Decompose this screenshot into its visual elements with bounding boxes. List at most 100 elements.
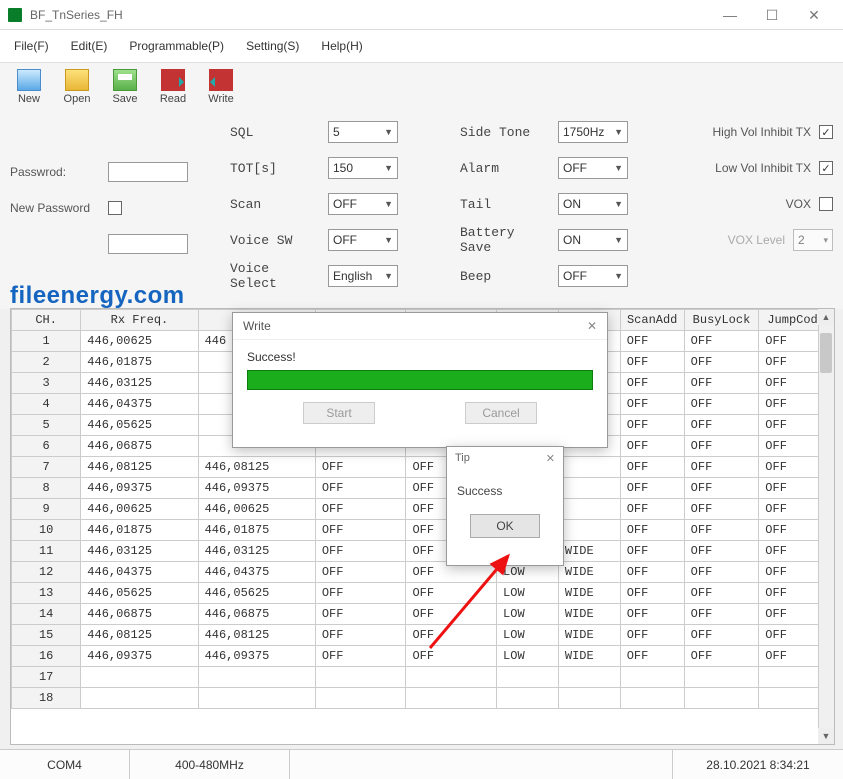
menu-help[interactable]: Help(H) (311, 36, 372, 56)
cell-ch[interactable]: 2 (12, 352, 81, 373)
cell-rxctc[interactable]: OFF (315, 478, 406, 499)
cell-rx[interactable]: 446,00625 (81, 499, 198, 520)
table-row[interactable]: 12446,04375446,04375OFFOFFLOWWIDEOFFOFFO… (12, 562, 834, 583)
col-busylock[interactable]: BusyLock (684, 310, 759, 331)
cell-scanadd[interactable]: OFF (620, 541, 684, 562)
cell-rx[interactable]: 446,00625 (81, 331, 198, 352)
cell-rxctc[interactable]: OFF (315, 583, 406, 604)
cell-ch[interactable]: 11 (12, 541, 81, 562)
cell-busylock[interactable]: OFF (684, 478, 759, 499)
table-row[interactable]: 8446,09375446,09375OFFOFFOFFOFFOFF (12, 478, 834, 499)
cell-rx[interactable]: 446,09375 (81, 478, 198, 499)
new-password-checkbox[interactable] (108, 201, 122, 215)
cell-rxctc[interactable]: OFF (315, 520, 406, 541)
cell-scanadd[interactable]: OFF (620, 646, 684, 667)
cell-rxctc[interactable]: OFF (315, 646, 406, 667)
toolbar-new[interactable]: New (8, 69, 50, 105)
new-password-input[interactable] (108, 234, 188, 254)
scan-select[interactable]: OFF▼ (328, 193, 398, 215)
cell-rx[interactable]: 446,06875 (81, 604, 198, 625)
toolbar-open[interactable]: Open (56, 69, 98, 105)
cell-rx[interactable]: 446,05625 (81, 415, 198, 436)
cell-ch[interactable]: 14 (12, 604, 81, 625)
cell-tx[interactable]: 446,08125 (198, 625, 315, 646)
col-ch[interactable]: CH. (12, 310, 81, 331)
col-rxfreq[interactable]: Rx Freq. (81, 310, 198, 331)
cell-busylock[interactable]: OFF (684, 520, 759, 541)
cell-ch[interactable]: 1 (12, 331, 81, 352)
close-button[interactable]: ✕ (793, 1, 835, 29)
cell-bw[interactable] (558, 667, 620, 688)
table-row[interactable]: 7446,08125446,08125OFFOFFOFFOFFOFF (12, 457, 834, 478)
cell-pwr[interactable]: LOW (497, 604, 559, 625)
cell-txctc[interactable]: OFF (406, 625, 497, 646)
cell-ch[interactable]: 7 (12, 457, 81, 478)
cell-scanadd[interactable]: OFF (620, 520, 684, 541)
cell-busylock[interactable]: OFF (684, 373, 759, 394)
batsave-select[interactable]: ON▼ (558, 229, 628, 251)
cell-rxctc[interactable]: OFF (315, 625, 406, 646)
cell-txctc[interactable]: OFF (406, 646, 497, 667)
cell-tx[interactable]: 446,05625 (198, 583, 315, 604)
password-input[interactable] (108, 162, 188, 182)
table-row[interactable]: 15446,08125446,08125OFFOFFLOWWIDEOFFOFFO… (12, 625, 834, 646)
table-row[interactable]: 13446,05625446,05625OFFOFFLOWWIDEOFFOFFO… (12, 583, 834, 604)
scroll-up-icon[interactable]: ▲ (818, 309, 834, 325)
cell-scanadd[interactable]: OFF (620, 415, 684, 436)
cell-scanadd[interactable]: OFF (620, 625, 684, 646)
sql-select[interactable]: 5▼ (328, 121, 398, 143)
cell-busylock[interactable]: OFF (684, 331, 759, 352)
cell-tx[interactable]: 446,08125 (198, 457, 315, 478)
table-row[interactable]: 9446,00625446,00625OFFOFFOFFOFFOFF (12, 499, 834, 520)
cell-rx[interactable]: 446,04375 (81, 394, 198, 415)
cell-pwr[interactable] (497, 667, 559, 688)
table-row[interactable]: 14446,06875446,06875OFFOFFLOWWIDEOFFOFFO… (12, 604, 834, 625)
cell-rx[interactable]: 446,05625 (81, 583, 198, 604)
cell-busylock[interactable]: OFF (684, 646, 759, 667)
cell-ch[interactable]: 13 (12, 583, 81, 604)
toolbar-read[interactable]: Read (152, 69, 194, 105)
voicesw-select[interactable]: OFF▼ (328, 229, 398, 251)
cell-scanadd[interactable]: OFF (620, 436, 684, 457)
cell-busylock[interactable]: OFF (684, 562, 759, 583)
maximize-button[interactable]: ☐ (751, 1, 793, 29)
table-row[interactable]: 17 (12, 667, 834, 688)
tot-select[interactable]: 150▼ (328, 157, 398, 179)
cell-scanadd[interactable]: OFF (620, 457, 684, 478)
cell-tx[interactable] (198, 688, 315, 709)
cell-rx[interactable]: 446,03125 (81, 541, 198, 562)
cell-rx[interactable] (81, 667, 198, 688)
cell-scanadd[interactable]: OFF (620, 331, 684, 352)
cell-ch[interactable]: 10 (12, 520, 81, 541)
cell-tx[interactable]: 446,09375 (198, 646, 315, 667)
hivol-checkbox[interactable] (819, 125, 833, 139)
cell-bw[interactable] (558, 520, 620, 541)
cell-txctc[interactable] (406, 688, 497, 709)
col-scanadd[interactable]: ScanAdd (620, 310, 684, 331)
cell-rx[interactable]: 446,03125 (81, 373, 198, 394)
cell-rx[interactable]: 446,08125 (81, 457, 198, 478)
cell-rx[interactable]: 446,01875 (81, 352, 198, 373)
cell-scanadd[interactable]: OFF (620, 478, 684, 499)
cell-pwr[interactable] (497, 688, 559, 709)
voxlevel-select[interactable]: 2▾ (793, 229, 833, 251)
cell-busylock[interactable]: OFF (684, 604, 759, 625)
cell-rx[interactable] (81, 688, 198, 709)
scrollbar[interactable]: ▲ ▼ (818, 309, 834, 744)
cell-ch[interactable]: 6 (12, 436, 81, 457)
cell-tx[interactable]: 446,03125 (198, 541, 315, 562)
cancel-button[interactable]: Cancel (465, 402, 537, 424)
cell-ch[interactable]: 18 (12, 688, 81, 709)
cell-rxctc[interactable]: OFF (315, 604, 406, 625)
cell-ch[interactable]: 15 (12, 625, 81, 646)
sidetone-select[interactable]: 1750Hz▼ (558, 121, 628, 143)
cell-bw[interactable] (558, 478, 620, 499)
cell-ch[interactable]: 4 (12, 394, 81, 415)
cell-rx[interactable]: 446,08125 (81, 625, 198, 646)
cell-tx[interactable]: 446,06875 (198, 604, 315, 625)
cell-ch[interactable]: 16 (12, 646, 81, 667)
cell-bw[interactable]: WIDE (558, 646, 620, 667)
toolbar-write[interactable]: Write (200, 69, 242, 105)
cell-ch[interactable]: 8 (12, 478, 81, 499)
cell-rxctc[interactable] (315, 667, 406, 688)
